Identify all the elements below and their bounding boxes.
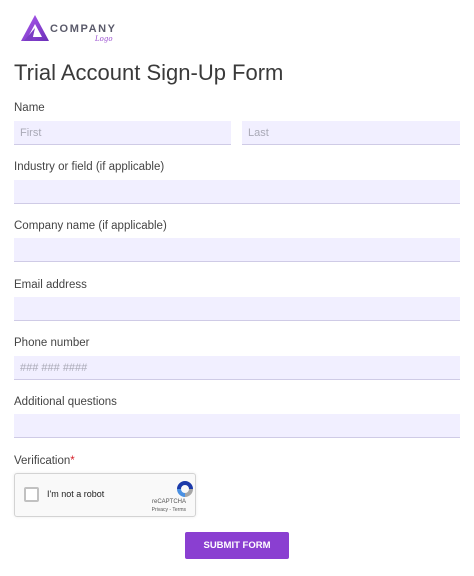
company-logo: COMPANY Logo — [20, 14, 130, 44]
first-name-input[interactable] — [14, 121, 231, 145]
verification-label: Verification* — [14, 455, 75, 467]
name-label: Name — [14, 102, 45, 114]
phone-input[interactable] — [14, 356, 460, 380]
company-name-input[interactable] — [14, 238, 460, 262]
logo-sub-text: Logo — [95, 35, 113, 43]
submit-button[interactable]: SUBMIT FORM — [185, 532, 289, 559]
email-label: Email address — [14, 279, 87, 291]
logo-company-text: COMPANY — [50, 23, 117, 35]
email-input[interactable] — [14, 297, 460, 321]
recaptcha-brand: reCAPTCHA — [151, 499, 186, 505]
required-asterisk: * — [70, 455, 75, 467]
page-title: Trial Account Sign-Up Form — [14, 60, 284, 85]
recaptcha-text: I'm not a robot — [47, 489, 105, 499]
recaptcha-widget: I'm not a robot reCAPTCHA Privacy - Term… — [14, 473, 196, 517]
recaptcha-logo-icon — [177, 481, 193, 497]
last-name-input[interactable] — [242, 121, 460, 145]
phone-label: Phone number — [14, 337, 90, 349]
recaptcha-checkbox[interactable] — [24, 487, 39, 502]
additional-questions-input[interactable] — [14, 414, 460, 438]
industry-label: Industry or field (if applicable) — [14, 161, 165, 173]
logo-mark-icon — [21, 15, 49, 41]
verification-label-text: Verification — [14, 455, 71, 467]
recaptcha-links[interactable]: Privacy - Terms — [152, 507, 186, 513]
industry-input[interactable] — [14, 180, 460, 204]
company-name-label: Company name (if applicable) — [14, 220, 167, 232]
additional-questions-label: Additional questions — [14, 396, 117, 408]
